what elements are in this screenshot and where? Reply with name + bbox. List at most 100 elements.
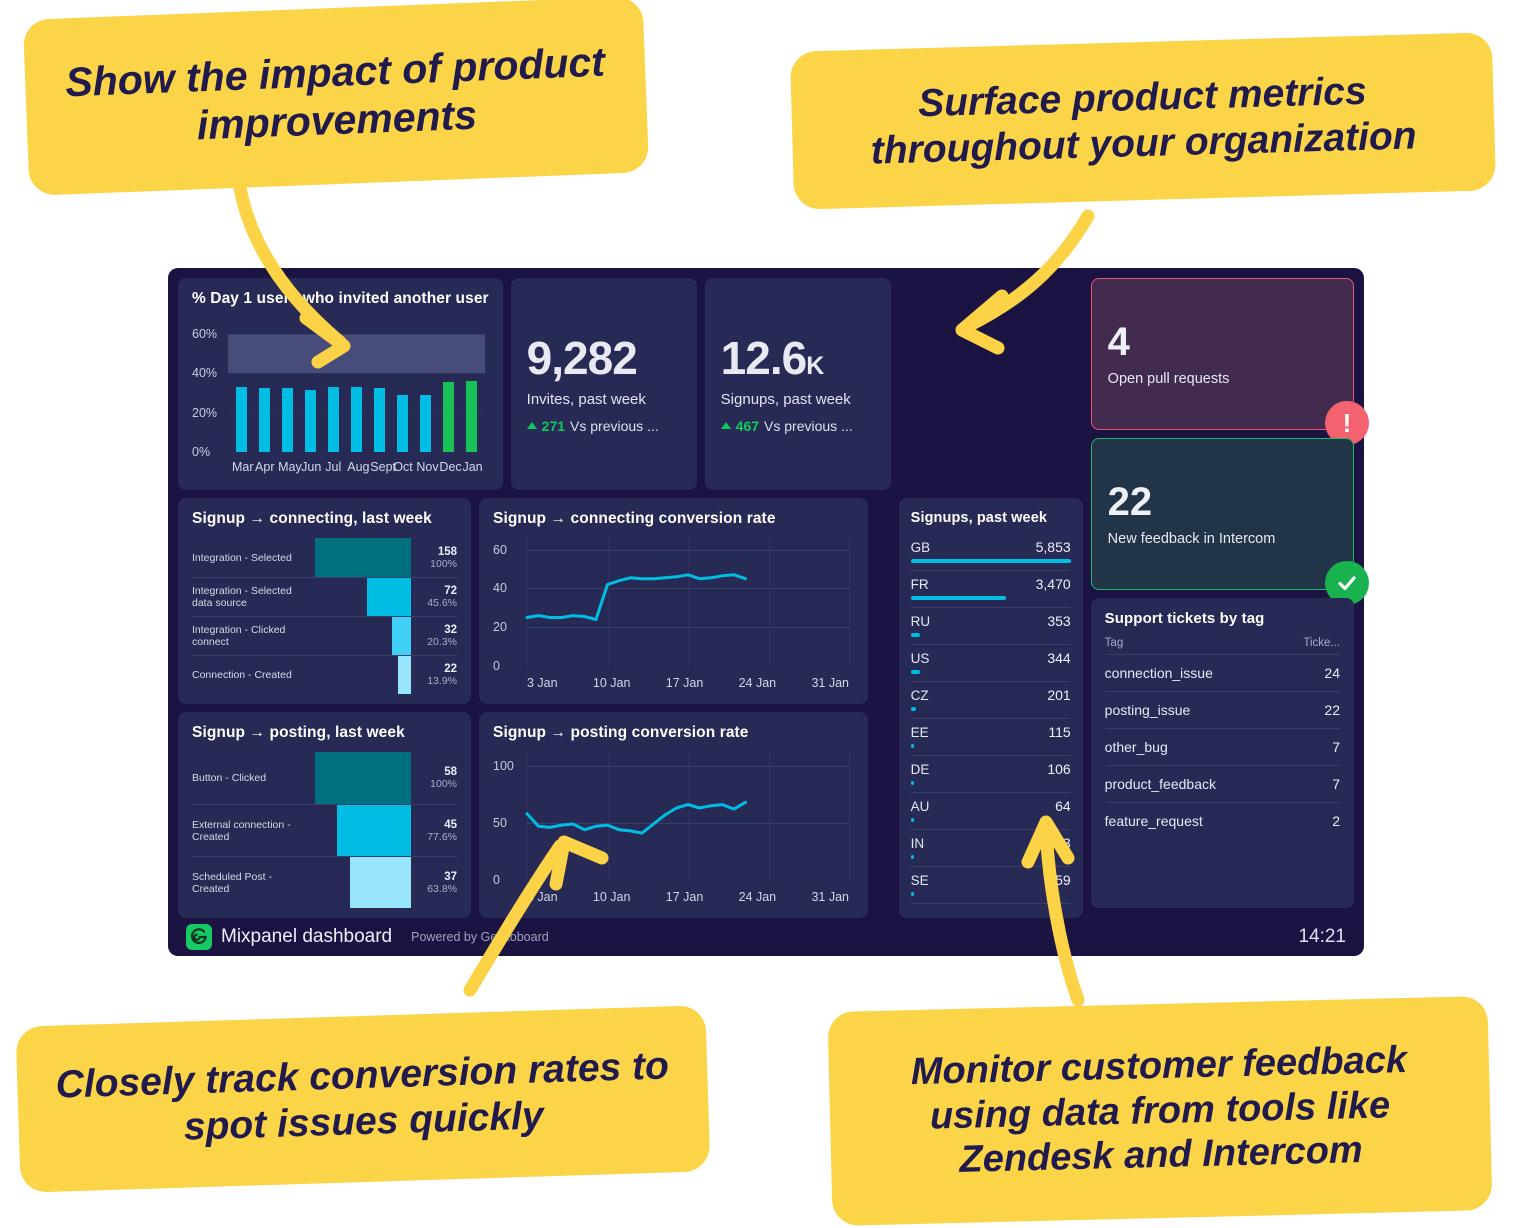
tickets-rows: connection_issue 24 posting_issue 22 other_b… (1104, 654, 1340, 839)
country-value: 201 (1047, 687, 1071, 703)
leaderboard-bar (910, 633, 921, 637)
table-header: Tag Ticke... (1105, 637, 1340, 654)
kpi-delta: 467 Vs previous ... (720, 417, 877, 434)
country-code: EE (910, 725, 929, 740)
x-tick-label: 31 Jan (811, 890, 849, 904)
funnel-bar (397, 656, 411, 694)
leaderboard-row: US 344 (910, 645, 1071, 682)
funnel-percent: 77.6% (427, 830, 457, 843)
table-row: product_feedback 7 (1104, 765, 1340, 802)
kpi-row: 9,282 Invites, past week 271 Vs previous… (510, 278, 891, 490)
x-tick-label: May (278, 460, 302, 474)
funnel-step-label: External connection - Created (192, 818, 291, 843)
gecko-glyph (190, 928, 207, 945)
y-tick-label: 60% (192, 326, 218, 341)
x-tick-label: 17 Jan (665, 676, 704, 690)
widget-title: Signup → connecting conversion rate (493, 510, 776, 527)
day1-invites-bar-widget[interactable]: % Day 1 users who invited another user 6… (178, 278, 503, 490)
support-tickets-widget[interactable]: Support tickets by tag Tag Ticke... conn… (1090, 598, 1354, 908)
x-tick-label: Nov (416, 460, 439, 474)
line-path (525, 800, 747, 835)
x-tick-label: 24 Jan (738, 890, 777, 904)
leaderboard-row-top: CZ 201 (911, 687, 1071, 703)
funnel-values: 72 45.6% (411, 578, 457, 616)
country-code: IN (910, 836, 925, 851)
funnel-count: 37 (444, 870, 457, 883)
funnel-step-label: Connection - Created (192, 669, 292, 681)
status-column: 4 Open pull requests ! 22 New feedback i… (1090, 278, 1369, 918)
leaderboard-track (910, 892, 1071, 896)
bar (235, 387, 247, 452)
leaderboard-track (910, 633, 1071, 637)
country-value: 115 (1048, 724, 1071, 740)
table-row: other_bug 7 (1104, 728, 1340, 765)
funnel-bar-area (315, 538, 411, 577)
funnel-values: 45 77.6% (411, 805, 457, 856)
x-tick-label: Jun (301, 460, 322, 474)
bar-column (462, 322, 480, 452)
bar-column (255, 322, 273, 452)
funnel-bar-area (315, 617, 411, 655)
leaderboard-track (910, 596, 1071, 600)
signups-leaderboard-widget[interactable]: Signups, past week GB 5,853 FR 3,470 RU 353 US… (898, 498, 1083, 918)
intercom-feedback-tile[interactable]: 22 New feedback in Intercom (1090, 438, 1369, 605)
line-series (525, 800, 747, 835)
funnel-bar (349, 857, 411, 908)
kpi-delta-value: 467 (735, 417, 760, 434)
country-value: 59 (1055, 872, 1071, 888)
powered-by-label: Powered by Geckoboard (411, 930, 549, 944)
trend-up-icon (720, 422, 731, 429)
bar-column (324, 322, 342, 452)
dashboard-footer: Mixpanel dashboard Powered by Geckoboard… (178, 918, 1354, 956)
kpi-value: 12.6K (720, 331, 825, 384)
bar (281, 388, 293, 452)
x-tick-label: Apr (255, 460, 275, 474)
posting-conversion-widget[interactable]: Signup → posting conversion rate 100 50 0 3… (479, 712, 868, 918)
leaderboard-track (910, 670, 1071, 674)
funnel-row: Integration - Selected data source 72 45.6… (192, 577, 457, 616)
open-pull-requests-tile[interactable]: 4 Open pull requests ! (1090, 278, 1369, 445)
country-code: AU (910, 799, 930, 814)
callout-surface: Surface product metrics throughout your … (789, 32, 1497, 210)
x-tick-label: Jan (462, 460, 483, 474)
widget-title: Support tickets by tag (1104, 610, 1265, 627)
kpi-signups[interactable]: 12.6K Signups, past week 467 Vs previous… (704, 278, 891, 490)
dashboard-title: Mixpanel dashboard (221, 926, 393, 947)
line-chart-plot: 60 40 20 0 3 Jan 10 Jan 17 Jan 24 Jan 31 Jan (493, 538, 854, 690)
kpi-delta-text: Vs previous ... (764, 417, 853, 434)
funnel-values: 37 63.8% (411, 857, 457, 908)
funnel-count: 32 (444, 624, 457, 636)
country-value: 353 (1047, 613, 1071, 629)
kpi-invites[interactable]: 9,282 Invites, past week 271 Vs previous… (510, 278, 697, 490)
mixpanel-dashboard: % Day 1 users who invited another user 6… (168, 268, 1369, 956)
widget-title: Signups, past week (910, 510, 1048, 526)
brand: Mixpanel dashboard Powered by Geckoboard (186, 924, 549, 950)
connecting-conversion-widget[interactable]: Signup → connecting conversion rate 60 40… (479, 498, 868, 704)
funnel-values: 158 100% (411, 538, 457, 577)
bar (350, 387, 362, 452)
leaderboard-bar (910, 707, 917, 711)
leaderboard-row: FR 3,470 (910, 571, 1071, 608)
funnel-step-label: Integration - Selected (192, 551, 292, 564)
bar-column (416, 322, 434, 452)
leaderboard-row: CZ 201 (910, 682, 1071, 719)
status-label: Open pull requests (1107, 370, 1230, 387)
dashboard-grid: % Day 1 users who invited another user 6… (178, 278, 1369, 918)
y-tick-label: 20% (192, 405, 218, 420)
line-path (525, 573, 747, 621)
funnel-connecting-widget[interactable]: Signup → connecting, last week Integrati… (178, 498, 471, 704)
leaderboard-bar (910, 892, 914, 896)
x-tick-label: 3 Jan (527, 890, 558, 904)
widget-title: % Day 1 users who invited another user (192, 290, 489, 307)
x-axis-labels: 3 Jan 10 Jan 17 Jan 24 Jan 31 Jan (527, 890, 849, 904)
leaderboard-rows: GB 5,853 FR 3,470 RU 353 US 344 CZ 201 EE 115 DE 106 A… (910, 534, 1071, 904)
leaderboard-row: EE 115 (910, 719, 1071, 756)
funnel-bar (315, 752, 411, 804)
funnel-percent: 100% (430, 778, 457, 790)
leaderboard-track (910, 707, 1071, 711)
funnel-posting-widget[interactable]: Signup → posting, last week Button - Cli… (178, 712, 471, 918)
bar (258, 388, 270, 452)
x-tick-label: Sept (370, 460, 396, 474)
x-axis-labels: Mar Apr May Jun Jul Aug Sept Oct Nov Dec Jan (232, 460, 483, 474)
leaderboard-row-top: GB 5,853 (911, 539, 1071, 555)
